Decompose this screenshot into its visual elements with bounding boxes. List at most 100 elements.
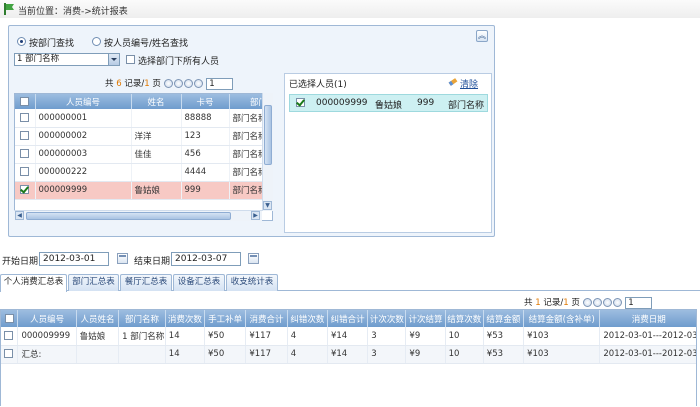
row-checkbox-cell[interactable]	[15, 109, 36, 128]
end-date-label: 结束日期	[134, 257, 171, 267]
column-header[interactable]: 纠错合计	[327, 310, 369, 327]
summary-grid: 人员编号 人员姓名 部门名称 消费次数 手工补单 消费合计 纠错次数 纠错合计 计次次数 计次结算…	[0, 309, 697, 406]
scroll-thumb[interactable]	[26, 212, 231, 220]
table-cell: 000009999	[17, 327, 77, 346]
column-header[interactable]: 部门名称	[118, 310, 166, 327]
column-header[interactable]: 纠错次数	[287, 310, 328, 327]
table-cell: ¥53	[483, 327, 525, 346]
last-page-icon[interactable]	[612, 298, 622, 307]
column-header[interactable]: 人员姓名	[76, 310, 120, 327]
column-header[interactable]: 人员编号	[17, 310, 77, 327]
department-select-value: 1 部门名称	[17, 54, 60, 64]
radio-by-employee[interactable]	[92, 37, 101, 46]
selected-row-name: 鲁姑娘	[375, 101, 403, 111]
column-header[interactable]: 消费日期	[599, 310, 696, 327]
table-row[interactable]: 000009999 鲁姑娘 999 部门名称	[15, 181, 272, 200]
prev-page-icon[interactable]	[173, 79, 183, 88]
clear-link[interactable]: 清除	[460, 77, 478, 90]
cell-card: 123	[181, 127, 230, 146]
scroll-thumb[interactable]	[264, 105, 272, 165]
radio-by-department[interactable]	[17, 37, 26, 46]
row-checkbox[interactable]	[20, 131, 29, 140]
row-checkbox-cell[interactable]	[15, 163, 36, 182]
row-checkbox[interactable]	[20, 167, 29, 176]
row-checkbox[interactable]	[4, 349, 13, 358]
row-checkbox-cell[interactable]	[15, 181, 36, 200]
collapse-up-icon[interactable]: ︽	[476, 30, 488, 42]
select-all-header[interactable]	[1, 310, 19, 327]
pager-prefix: 共	[524, 298, 533, 308]
department-select[interactable]: 1 部门名称	[14, 53, 120, 66]
cell-id: 000000001	[35, 109, 132, 128]
row-checkbox[interactable]	[20, 185, 29, 194]
row-checkbox-cell[interactable]	[15, 145, 36, 164]
column-header[interactable]: 手工补单	[204, 310, 247, 327]
table-row[interactable]: 000000002 洋洋 123 部门名称	[15, 127, 272, 146]
summary-grid-header: 人员编号 人员姓名 部门名称 消费次数 手工补单 消费合计 纠错次数 纠错合计 计次次数 计次结算…	[1, 310, 696, 327]
table-row[interactable]: 000000001 88888 部门名称	[15, 109, 272, 128]
column-header[interactable]: 消费合计	[245, 310, 288, 327]
next-page-icon[interactable]	[602, 298, 612, 307]
scroll-left-icon[interactable]: ◀	[15, 211, 24, 220]
column-header[interactable]: 结算金额	[483, 310, 525, 327]
tab-device-summary[interactable]: 设备汇总表	[173, 274, 225, 291]
tab-personal-summary[interactable]: 个人消费汇总表	[0, 274, 67, 292]
cell-id: 000000002	[35, 127, 132, 146]
summary-pager: 共 1 记录/1 页 1	[524, 296, 653, 309]
tab-income-expense[interactable]: 收支统计表	[226, 274, 278, 291]
table-row[interactable]: 000000222 4444 部门名称	[15, 163, 272, 182]
pager-page-unit: 页	[571, 298, 580, 308]
page-input[interactable]: 1	[206, 77, 234, 90]
table-cell: ¥9	[405, 327, 446, 346]
page-input[interactable]: 1	[625, 296, 653, 309]
table-row[interactable]: 000009999 鲁姑娘 1 部门名称 14 ¥50 ¥117 4 ¥14 3 ¥9 10 ¥53 ¥…	[1, 327, 696, 346]
row-checkbox[interactable]	[20, 112, 29, 122]
eraser-icon[interactable]	[448, 76, 458, 86]
calendar-icon[interactable]	[117, 253, 128, 264]
scroll-down-icon[interactable]: ▼	[263, 201, 272, 210]
include-all-checkbox[interactable]	[126, 55, 135, 64]
table-cell: ¥117	[245, 327, 288, 346]
end-date-input[interactable]: 2012-03-07	[171, 252, 241, 266]
table-row[interactable]: 000000003 佳佳 456 部门名称	[15, 145, 272, 164]
row-checkbox-cell[interactable]	[1, 327, 19, 346]
column-header[interactable]: 人员编号	[35, 94, 132, 109]
row-checkbox-cell[interactable]	[1, 345, 19, 364]
start-date-label: 开始日期	[2, 257, 39, 267]
column-header[interactable]: 计次次数	[367, 310, 407, 327]
start-date-input[interactable]: 2012-03-01	[39, 252, 109, 266]
pager-prefix: 共	[105, 79, 114, 89]
table-cell: 2012-03-01---2012-03-08	[599, 345, 696, 364]
next-page-icon[interactable]	[183, 79, 193, 88]
pager-pages: 1	[563, 298, 569, 308]
chevron-down-icon[interactable]	[108, 54, 119, 65]
column-header[interactable]: 计次结算	[405, 310, 446, 327]
select-all-header[interactable]	[15, 94, 36, 109]
employee-pager: 共 6 记录/1 页 1	[105, 77, 234, 90]
table-row[interactable]: 汇总: 14 ¥50 ¥117 4 ¥14 3 ¥9 10 ¥53 ¥103 2012-03-01--…	[1, 345, 696, 364]
first-page-icon[interactable]	[163, 79, 173, 88]
tab-department-summary[interactable]: 部门汇总表	[68, 274, 119, 291]
select-all-checkbox[interactable]	[4, 313, 14, 323]
selected-row-checkbox[interactable]	[296, 98, 305, 107]
vertical-scrollbar[interactable]: ▼	[262, 93, 273, 211]
row-checkbox-cell[interactable]	[15, 127, 36, 146]
table-cell: 14	[165, 345, 206, 364]
prev-page-icon[interactable]	[592, 298, 602, 307]
row-checkbox[interactable]	[20, 149, 29, 158]
table-cell: 14	[165, 327, 206, 346]
tab-restaurant-summary[interactable]: 餐厅汇总表	[120, 274, 172, 291]
calendar-icon[interactable]	[248, 253, 259, 264]
column-header[interactable]: 结算金额(含补单)	[523, 310, 601, 327]
row-checkbox[interactable]	[4, 330, 13, 340]
horizontal-scrollbar[interactable]: ◀ ▶	[14, 210, 262, 221]
select-all-checkbox[interactable]	[20, 96, 30, 106]
cell-name: 佳佳	[131, 145, 182, 164]
column-header[interactable]: 结算次数	[445, 310, 484, 327]
last-page-icon[interactable]	[193, 79, 203, 88]
column-header[interactable]: 卡号	[181, 94, 230, 109]
first-page-icon[interactable]	[582, 298, 592, 307]
column-header[interactable]: 消费次数	[165, 310, 206, 327]
scroll-right-icon[interactable]: ▶	[251, 211, 260, 220]
column-header[interactable]: 姓名	[131, 94, 182, 109]
